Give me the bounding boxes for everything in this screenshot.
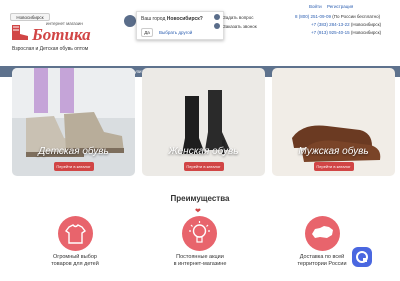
chat-icon	[356, 251, 368, 263]
go-to-catalog-button[interactable]: Перейти в каталог	[53, 162, 94, 171]
callback-link[interactable]: Заказать звонок	[223, 24, 257, 29]
go-to-catalog-button[interactable]: Перейти в каталог	[313, 162, 354, 171]
choose-other-city-link[interactable]: Выбрать другой	[159, 30, 192, 35]
chat-widget-button[interactable]	[352, 247, 372, 267]
logo-title: Ботика	[31, 25, 91, 43]
category-card-kids[interactable]: Детская обувь Перейти в каталог	[12, 68, 135, 176]
cart-icon[interactable]	[124, 15, 136, 27]
category-title: Детская обувь	[38, 146, 109, 157]
kids-shoes-image	[12, 68, 135, 176]
confirm-city-button[interactable]: Да	[141, 28, 153, 37]
russia-map-icon	[312, 226, 333, 238]
login-link[interactable]: Войти	[309, 4, 322, 9]
boot-logo-icon	[12, 25, 28, 40]
category-title: Женская обувь	[168, 146, 239, 157]
city-confirm-popup: Ваш город Новосибирск? Да Выбрать другой	[136, 11, 224, 40]
women-shoes-image	[142, 68, 265, 176]
register-link[interactable]: Регистрация	[327, 4, 353, 9]
men-shoes-image	[272, 68, 395, 176]
logo[interactable]: интернет магазин Ботика	[10, 19, 112, 43]
advantages-title: Преимущества	[170, 194, 230, 203]
lightbulb-icon	[189, 221, 210, 243]
question-icon	[214, 14, 220, 20]
category-card-women[interactable]: Женская обувь Перейти в каталог	[142, 68, 265, 176]
advantage-icon-circle	[305, 216, 340, 251]
category-card-men[interactable]: Мужская обувь Перейти в каталог	[272, 68, 395, 176]
phone-1[interactable]: 8 (800) 251-09-09 (По России бесплатно)	[295, 14, 380, 19]
category-title: Мужская обувь	[298, 146, 369, 157]
advantage-text: Постоянные акции в интернет-магазине	[173, 254, 227, 267]
phone-icon	[214, 23, 220, 29]
city-question: Ваш город Новосибирск?	[141, 16, 203, 22]
header: Новосибирск интернет магазин Ботика Взро…	[0, 0, 400, 65]
heart-icon: ❤	[195, 208, 201, 215]
phone-3[interactable]: +7 (913) 925-40-15 (Новосибирск)	[311, 30, 381, 35]
ask-question-link[interactable]: Задать вопрос	[223, 15, 253, 20]
advantage-icon-circle	[58, 216, 93, 251]
advantage-icon-circle	[182, 216, 217, 251]
tshirt-icon	[64, 224, 87, 244]
tagline: Взрослая и Детская обувь оптом	[12, 46, 89, 52]
phone-2[interactable]: +7 (383) 284-13-22 (Новосибирск)	[311, 22, 381, 27]
advantage-text: Огромный выбор товаров для детей	[51, 254, 99, 267]
go-to-catalog-button[interactable]: Перейти в каталог	[183, 162, 224, 171]
